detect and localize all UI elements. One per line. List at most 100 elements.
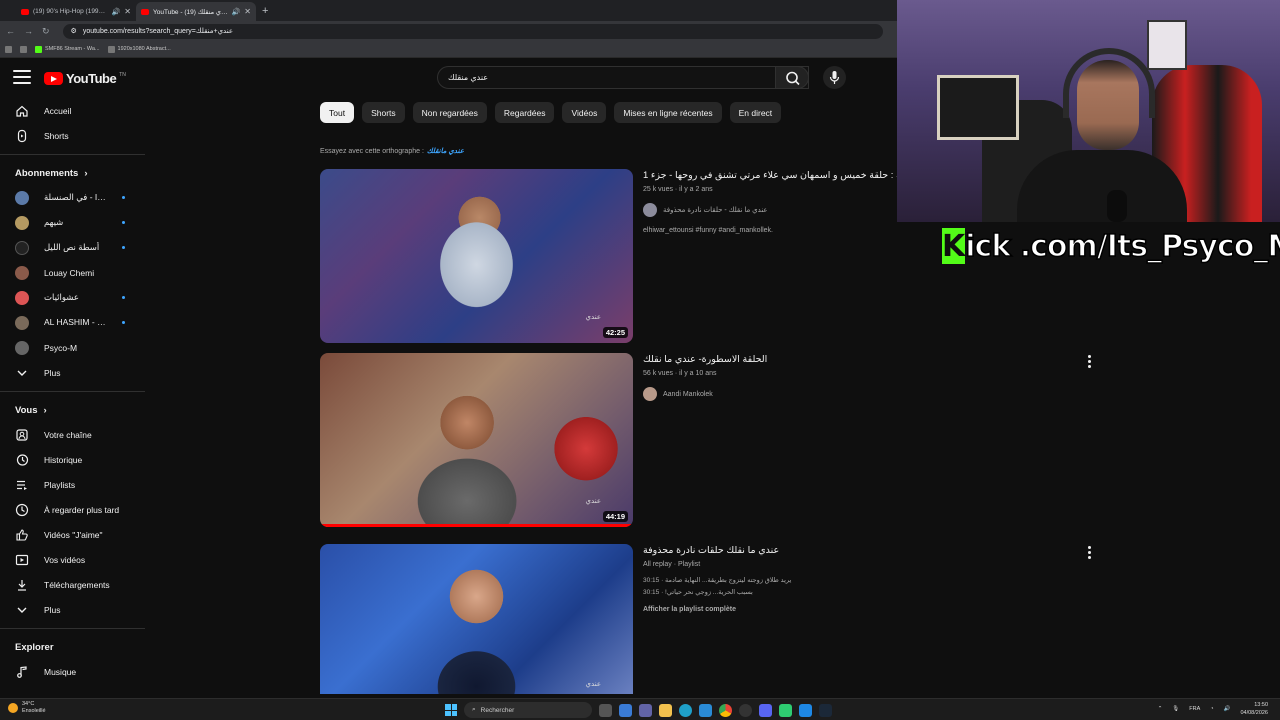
channel-avatar — [15, 265, 29, 280]
subscriptions-header[interactable]: Abonnements › — [0, 161, 145, 185]
close-tab-icon[interactable]: ✕ — [124, 7, 131, 16]
chip-unwatched[interactable]: Non regardées — [412, 102, 487, 123]
close-tab-icon[interactable]: ✕ — [244, 7, 251, 16]
video-thumbnail[interactable]: عندي 42:25 — [320, 169, 633, 343]
playlist-thumbnail[interactable]: عندي — [320, 544, 633, 694]
teams-icon[interactable] — [639, 703, 652, 717]
youtube-logo[interactable]: YouTube TN — [44, 71, 126, 86]
suggestion-link[interactable]: عندي مانقلك — [427, 148, 464, 155]
sidebar-item-home[interactable]: Accueil — [0, 98, 145, 123]
chrome-icon[interactable] — [719, 703, 732, 717]
widgets-icon[interactable] — [619, 703, 632, 717]
sidebar-item-liked-videos[interactable]: Vidéos "J'aime" — [0, 522, 145, 547]
video-result: عندي 44:19 الحلقة الاسطورة- عندي ما نقلك… — [320, 353, 1110, 527]
apps-icon[interactable] — [20, 45, 27, 53]
edge-icon[interactable] — [679, 703, 692, 717]
site-info-icon[interactable]: ⚙ — [71, 27, 77, 35]
bookmark-item[interactable]: SMF86 Stream - Wa... — [35, 45, 100, 53]
view-full-playlist-link[interactable]: Afficher la playlist complète — [643, 606, 1098, 613]
your-videos-icon — [15, 553, 29, 567]
more-actions-icon[interactable] — [1088, 355, 1092, 368]
history-icon — [15, 453, 29, 467]
download-icon — [15, 578, 29, 592]
bookmark-folder-icon[interactable] — [5, 45, 12, 53]
chip-videos[interactable]: Vidéos — [562, 102, 607, 123]
chip-all[interactable]: Tout — [320, 102, 355, 123]
channel-avatar — [643, 387, 657, 401]
speaker-icon[interactable]: 🔊 — [112, 8, 121, 16]
sidebar-item-subscription[interactable]: أسطة نص الليل — [0, 235, 145, 260]
app-icon[interactable] — [799, 703, 812, 717]
streamer-body — [1017, 150, 1187, 222]
browser-tab-active[interactable]: YouTube - عندي منقلك (19) 🔊 ✕ — [136, 2, 256, 21]
chevron-up-icon[interactable]: ⌃ — [1158, 706, 1163, 712]
browser-tab[interactable]: (19) 90's Hip-Hop (1997) [| 🔊 ✕ — [16, 2, 136, 21]
sidebar-item-more[interactable]: Plus — [0, 597, 145, 622]
reload-icon[interactable]: ↻ — [42, 26, 50, 37]
discord-icon[interactable] — [759, 703, 772, 717]
vscode-icon[interactable] — [699, 703, 712, 717]
windows-start-icon[interactable] — [445, 704, 457, 716]
more-actions-icon[interactable] — [1088, 546, 1092, 559]
address-bar: ← → ↻ ⚙ youtube.com/results?search_query… — [0, 21, 897, 41]
omnibox[interactable]: ⚙ youtube.com/results?search_query=عندي+… — [62, 23, 883, 39]
sidebar-item-subscription[interactable]: Psyco-M — [0, 335, 145, 360]
chip-watched[interactable]: Regardées — [494, 102, 555, 123]
voice-search-button[interactable] — [823, 66, 846, 89]
menu-icon[interactable] — [13, 70, 31, 84]
search-input[interactable]: عندي منقلك ✕ — [437, 66, 809, 89]
obs-icon[interactable] — [739, 703, 752, 717]
chip-recent[interactable]: Mises en ligne récentes — [614, 102, 722, 123]
volume-icon[interactable]: 🔊 — [1224, 706, 1231, 712]
video-thumbnail[interactable]: عندي 44:19 — [320, 353, 633, 527]
language-indicator[interactable]: FRA — [1189, 706, 1200, 712]
sidebar-item-subscription[interactable]: AL HASHIM - هاشم... — [0, 310, 145, 335]
playlist-title[interactable]: عندي ما نقلك حلقات نادرة محذوفة — [643, 544, 1098, 557]
new-tab-button[interactable]: + — [262, 2, 268, 21]
sidebar-item-playlists[interactable]: Playlists — [0, 472, 145, 497]
forward-icon[interactable]: → — [24, 26, 33, 36]
clock[interactable]: 13:50 04/08/2026 — [1240, 701, 1268, 717]
sun-icon — [8, 703, 18, 713]
file-explorer-icon[interactable] — [659, 703, 672, 717]
wifi-icon[interactable]: ◔ — [1210, 706, 1213, 712]
sidebar-item-more[interactable]: Plus — [0, 360, 145, 385]
sidebar-item-subscription[interactable]: Louay Chemi — [0, 260, 145, 285]
playlist-video-row[interactable]: يريد طلاق زوجته ليتزوج بطريقة... النهاية… — [643, 576, 1098, 584]
microphone-icon[interactable]: 🎙 — [1172, 706, 1179, 712]
back-icon[interactable]: ← — [6, 26, 15, 36]
task-view-icon[interactable] — [599, 703, 612, 717]
sidebar-item-subscription[interactable]: عشوائيات — [0, 285, 145, 310]
sidebar-item-history[interactable]: Historique — [0, 447, 145, 472]
search-icon — [786, 71, 800, 86]
channel-icon — [15, 428, 29, 442]
speaker-icon[interactable]: 🔊 — [232, 8, 241, 16]
sidebar-item-shorts[interactable]: Shorts — [0, 123, 145, 148]
sidebar-item-music[interactable]: Musique — [0, 659, 145, 684]
channel-avatar — [15, 315, 29, 330]
sidebar-item-your-videos[interactable]: Vos vidéos — [0, 547, 145, 572]
watermark-text: عندي — [585, 314, 601, 321]
weather-widget[interactable]: 34°C Ensoleillé — [8, 701, 46, 715]
sidebar-item-downloads[interactable]: Téléchargements — [0, 572, 145, 597]
divider — [0, 628, 145, 629]
channel-link[interactable]: Aandi Mankolek — [643, 387, 1098, 401]
channel-avatar — [15, 215, 29, 230]
sidebar-item-your-channel[interactable]: Votre chaîne — [0, 422, 145, 447]
chip-live[interactable]: En direct — [729, 102, 782, 123]
image-icon — [107, 45, 115, 53]
search-button[interactable] — [775, 66, 809, 89]
bookmark-item[interactable]: 1920x1080 Abstract... — [107, 45, 171, 53]
playlist-video-row[interactable]: بسبب الحرية... زوجي نحر حياتي! · 30:15 — [643, 588, 1098, 596]
you-header[interactable]: Vous › — [0, 398, 145, 422]
app-icon[interactable] — [779, 703, 792, 717]
channel-avatar — [15, 190, 29, 205]
sidebar-item-subscription[interactable]: في الصنسلة - In the d... — [0, 185, 145, 210]
sidebar-item-watch-later[interactable]: À regarder plus tard — [0, 497, 145, 522]
video-title[interactable]: الحلقة الاسطورة- عندي ما نقلك — [643, 353, 1098, 366]
url-text: youtube.com/results?search_query=عندي+من… — [82, 28, 234, 35]
sidebar-item-subscription[interactable]: شيهم — [0, 210, 145, 235]
chip-shorts[interactable]: Shorts — [362, 102, 405, 123]
taskbar-search[interactable]: ⌕ Rechercher — [464, 702, 592, 718]
steam-icon[interactable] — [819, 703, 832, 717]
